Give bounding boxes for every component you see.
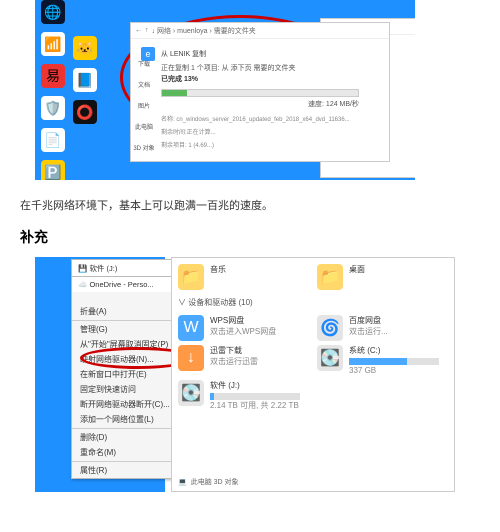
desktop-icon[interactable]: 🌐 — [41, 0, 65, 24]
desktop-icon[interactable]: 📄 — [41, 128, 65, 152]
tree-item[interactable]: 💾 软件 (J:) — [71, 259, 186, 277]
menu-item[interactable]: 重命名(M) — [72, 445, 185, 460]
menu-item[interactable]: 管理(G) — [72, 322, 185, 337]
heading-supplement: 补充 — [20, 227, 500, 247]
desktop-icon[interactable]: 📘 — [73, 68, 97, 92]
baidu-icon: 🌀 — [317, 315, 343, 341]
xunlei-icon: ↓ — [178, 345, 204, 371]
download-from-row: e 从 LENIK 复制 — [131, 39, 389, 63]
menu-item[interactable]: 删除(D) — [72, 430, 185, 445]
menu-item[interactable]: 映射网络驱动器(N)... — [72, 352, 185, 367]
progress-bar — [161, 89, 359, 97]
desktop-icon[interactable]: ⭕ — [73, 100, 97, 124]
drive-item[interactable]: 📁音乐 — [178, 264, 309, 290]
drive-item[interactable]: 🌀百度网盘双击运行... — [317, 315, 448, 341]
wps-icon: W — [178, 315, 204, 341]
folder-icon: 📁 — [178, 264, 204, 290]
menu-item[interactable]: 固定到快速访问 — [72, 382, 185, 397]
menu-item[interactable]: 添加一个网络位置(L) — [72, 412, 185, 427]
desktop-icon[interactable]: 🛡️ — [41, 96, 65, 120]
explorer-window: 📁音乐 📁桌面 ∨ 设备和驱动器 (10) WWPS网盘双击进入WPS网盘 🌀百… — [171, 257, 455, 492]
sidebar-item[interactable]: 图片 — [131, 101, 157, 110]
sidebar-item[interactable]: 文档 — [131, 80, 157, 89]
sidebar-item[interactable]: 此电脑 — [131, 122, 157, 131]
download-speed: 速度: 124 MB/秒 — [131, 99, 389, 110]
explorer-sidebar: 下载 文档 图片 此电脑 3D 对象 — [131, 59, 157, 152]
drive-item[interactable]: ↓迅雷下载双击运行迅雷 — [178, 345, 309, 376]
download-from-label: 从 LENIK 复制 — [161, 49, 206, 59]
section-header[interactable]: 设备和驱动器 (10) — [188, 298, 252, 307]
menu-item[interactable]: 在新窗口中打开(E) — [72, 367, 185, 382]
dialog-title-bar: ←↑ ↓ 网络 › muenloya › 需要的文件夹 — [131, 23, 389, 39]
desktop-icon[interactable]: 🐱 — [73, 36, 97, 60]
drive-icon: 💽 — [178, 380, 204, 406]
menu-item[interactable]: 从"开始"屏幕取消固定(P) — [72, 337, 185, 352]
desktop-icon-col-1: 🌐 📶 易 🛡️ 📄 🅿️ — [41, 0, 65, 180]
download-dialog: ←↑ ↓ 网络 › muenloya › 需要的文件夹 下载 文档 图片 此电脑… — [130, 22, 390, 162]
tree-item[interactable]: ☁️ OneDrive - Perso... — [71, 276, 186, 292]
menu-item[interactable]: 属性(R) — [72, 463, 185, 478]
desktop-icon[interactable]: 🅿️ — [41, 160, 65, 180]
sidebar-item[interactable]: 下载 — [131, 59, 157, 68]
desktop-icon[interactable]: 📶 — [41, 32, 65, 56]
download-percent: 已完成 13% — [131, 74, 389, 85]
desktop-icon[interactable]: 易 — [41, 64, 65, 88]
menu-item[interactable]: 断开网络驱动器断开(C)... — [72, 397, 185, 412]
drive-item[interactable]: 💽软件 (J:)2.14 TB 可用, 共 2.22 TB — [178, 380, 448, 411]
screenshot-download: 🌐 📶 易 🛡️ 📄 🅿️ 🐱 📘 ⭕ ←↑ ↓ 网络 › muenloya ›… — [0, 0, 500, 185]
screenshot-context-menu: 💾 软件 (J:) ☁️ OneDrive - Perso... 折叠(A) 管… — [35, 257, 455, 492]
explorer-footer: 💻 此电脑 3D 对象 — [178, 477, 239, 487]
drive-item[interactable]: 💽系统 (C:)337 GB — [317, 345, 448, 376]
context-menu: 💾 软件 (J:) ☁️ OneDrive - Perso... 折叠(A) 管… — [71, 271, 186, 479]
download-filename: 名称: cn_windows_server_2016_updated_feb_2… — [131, 110, 389, 123]
desktop-bg: 🌐 📶 易 🛡️ 📄 🅿️ 🐱 📘 ⭕ ←↑ ↓ 网络 › muenloya ›… — [35, 0, 415, 180]
progress-fill — [162, 90, 187, 96]
download-remaining-items: 剩余项目: 1 (4.69...) — [131, 136, 389, 149]
drive-item[interactable]: 📁桌面 — [317, 264, 448, 290]
drive-item[interactable]: WWPS网盘双击进入WPS网盘 — [178, 315, 309, 341]
menu-item[interactable]: 折叠(A) — [72, 304, 185, 319]
caption-1: 在千兆网络环境下，基本上可以跑满一百兆的速度。 — [20, 197, 500, 213]
folder-icon: 📁 — [317, 264, 343, 290]
download-status-line: 正在复制 1 个项目: 从 添下页 需要的文件夹 — [131, 63, 389, 74]
desktop-icon-col-2: 🐱 📘 ⭕ — [73, 36, 97, 124]
download-remaining: 剩余时间:正在计算... — [131, 123, 389, 136]
breadcrumb[interactable]: ↓ 网络 › muenloya › 需要的文件夹 — [152, 26, 256, 36]
drive-icon: 💽 — [317, 345, 343, 371]
sidebar-item[interactable]: 3D 对象 — [131, 143, 157, 152]
